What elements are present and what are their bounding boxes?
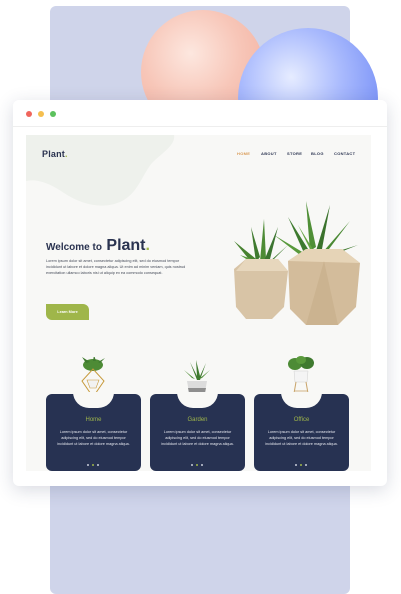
nav-store[interactable]: STORE (287, 151, 302, 156)
hero-title: Welcome to Plant. (46, 237, 150, 255)
nav-contact[interactable]: CONTACT (334, 151, 355, 156)
nav-about[interactable]: ABOUT (261, 151, 277, 156)
card-notch (177, 392, 218, 408)
hero-title-dot: . (145, 237, 150, 254)
learn-more-button[interactable]: Learn More (46, 304, 89, 320)
card-text: Lorem ipsum dolor sit amet, consectetur … (161, 430, 234, 446)
card-garden[interactable]: Garden Lorem ipsum dolor sit amet, conse… (150, 392, 245, 471)
hero-title-prefix: Welcome to (46, 242, 102, 253)
logo-text: Plant (42, 149, 66, 159)
website-preview: Plant. HOME ABOUT STORE BLOG CONTACT Wel… (26, 135, 371, 471)
card-dots (87, 464, 100, 466)
card-text: Lorem ipsum dolor sit amet, consectetur … (265, 430, 338, 446)
minimize-window-dot[interactable] (38, 111, 44, 117)
large-plant-leaves (274, 201, 358, 257)
small-plant-leaves (234, 219, 288, 264)
close-window-dot[interactable] (26, 111, 32, 117)
card-title: Office (293, 417, 310, 423)
hero-title-brand: Plant (106, 237, 146, 254)
hero-plants-image (234, 201, 360, 325)
card-text: Lorem ipsum dolor sit amet, consectetur … (57, 430, 130, 446)
card-title: Home (85, 417, 102, 423)
card-notch (281, 392, 322, 408)
nav-blog[interactable]: BLOG (311, 151, 324, 156)
card-office[interactable]: Office Lorem ipsum dolor sit amet, conse… (254, 392, 349, 471)
maximize-window-dot[interactable] (50, 111, 56, 117)
nav-home[interactable]: HOME (237, 151, 250, 156)
hero-description: Lorem ipsum dolor sit amet, consectetur … (46, 259, 186, 275)
site-logo[interactable]: Plant. (42, 149, 68, 159)
browser-window: Plant. HOME ABOUT STORE BLOG CONTACT Wel… (13, 100, 387, 486)
card-home[interactable]: Home Lorem ipsum dolor sit amet, consect… (46, 392, 141, 471)
card-notch (73, 392, 114, 408)
card-title: Garden (187, 417, 208, 423)
browser-titlebar (13, 100, 387, 127)
logo-dot: . (65, 149, 68, 159)
card-dots (295, 464, 308, 466)
card-dots (191, 464, 204, 466)
